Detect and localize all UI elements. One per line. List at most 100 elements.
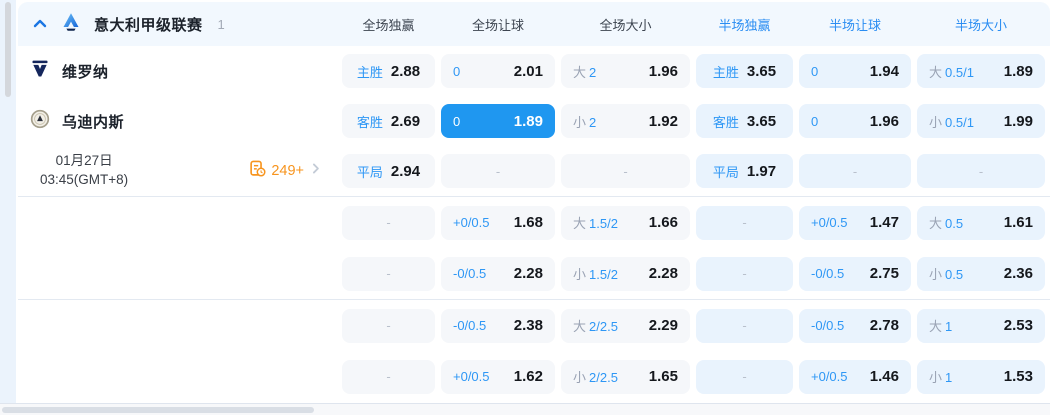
ou-direction: 大 — [573, 319, 587, 334]
odds-cell[interactable]: -0/0.5 2.78 — [799, 308, 911, 343]
league-panel: 意大利甲级联赛 1 全场独赢 全场让球 全场大小 半场独赢 半场让球 半场大小 … — [18, 2, 1050, 402]
odds-value: 1.96 — [648, 62, 678, 80]
odds-cell[interactable]: 平局 1.97 — [696, 154, 793, 188]
odds-cell[interactable]: 大2 1.96 — [561, 54, 690, 88]
odds-label: +0/0.5 — [453, 215, 490, 230]
column-header-full-win: 全场独赢 — [362, 17, 415, 33]
odds-cell-selected[interactable]: 0 1.89 — [441, 104, 555, 138]
odds-cell[interactable]: 0 2.01 — [441, 54, 555, 88]
column-header-full-overunder: 全场大小 — [599, 17, 652, 33]
odds-value: 2.38 — [513, 317, 543, 334]
odds-cell[interactable]: 客胜 2.69 — [342, 104, 435, 138]
odds-value: 1.96 — [869, 112, 899, 130]
odds-cell[interactable]: -0/0.5 2.75 — [799, 256, 911, 291]
odds-cell[interactable]: 大 2/2.5 2.29 — [561, 308, 690, 343]
away-team-name: 乌迪内斯 — [62, 113, 125, 131]
home-team: 维罗纳 — [18, 59, 336, 84]
ou-direction: 小 — [929, 114, 943, 130]
odds-cell[interactable]: 客胜 3.65 — [696, 104, 793, 138]
odds-cell[interactable]: -0/0.5 2.38 — [441, 308, 555, 343]
odds-cell[interactable]: 小1 1.53 — [917, 359, 1045, 394]
odds-label: +0/0.5 — [453, 369, 490, 384]
odds-value: 1.66 — [648, 214, 678, 231]
odds-cell-empty: - — [917, 154, 1045, 188]
odds-page: 意大利甲级联赛 1 全场独赢 全场让球 全场大小 半场独赢 半场让球 半场大小 … — [0, 0, 1050, 415]
odds-cell-empty: - — [799, 154, 911, 188]
odds-cell[interactable]: +0/0.5 1.68 — [441, 205, 555, 240]
odds-cell[interactable]: 小 2/2.5 1.65 — [561, 359, 690, 394]
odds-cell-empty: - — [342, 256, 435, 291]
ou-direction: 小 — [573, 267, 587, 282]
odds-value: 1.89 — [513, 112, 543, 130]
odds-value: 1.94 — [869, 62, 899, 80]
horizontal-scrollbar-thumb[interactable] — [2, 407, 314, 413]
odds-cell[interactable]: 小 0.5/1 1.99 — [917, 104, 1045, 138]
odds-cell[interactable]: 小 1.5/2 2.28 — [561, 256, 690, 291]
odds-row-alt: - -0/0.5 2.28 小 1.5/2 2.28 - -0/0.5 2.75 … — [18, 248, 1050, 299]
horizontal-scrollbar[interactable] — [0, 403, 1050, 415]
more-markets-link[interactable]: 249+ — [249, 160, 322, 182]
odds-row-draw: 01月27日 03:45(GMT+8) 249+ 平局 2.94 - - 平局 … — [18, 146, 1050, 196]
markets-count: 249+ — [271, 163, 304, 179]
odds-cell[interactable]: 大1 2.53 — [917, 308, 1045, 343]
odds-cell-empty: - — [561, 154, 690, 188]
ou-direction: 大 — [929, 216, 943, 231]
odds-value: 1.53 — [1003, 368, 1033, 385]
ou-line: 0.5 — [945, 267, 964, 282]
column-header-half-overunder: 半场大小 — [954, 17, 1007, 33]
odds-value: 1.92 — [648, 112, 678, 130]
odds-value: 1.97 — [746, 162, 777, 180]
league-header: 意大利甲级联赛 1 全场独赢 全场让球 全场大小 半场独赢 半场让球 半场大小 — [18, 2, 1050, 46]
chevron-right-icon — [309, 162, 322, 180]
odds-value: 2.28 — [648, 265, 678, 282]
ou-line: 2 — [589, 64, 597, 80]
odds-cell[interactable]: 主胜 3.65 — [696, 54, 793, 88]
odds-value: 1.99 — [1003, 112, 1033, 130]
column-header-full-handicap: 全场让球 — [471, 17, 524, 33]
ou-line: 0.5 — [945, 216, 964, 231]
odds-value: 1.46 — [869, 368, 899, 385]
odds-cell[interactable]: 小 0.5 2.36 — [917, 256, 1045, 291]
odds-row-alt: - +0/0.5 1.68 大 1.5/2 1.66 - +0/0.5 1.47 … — [18, 197, 1050, 248]
ou-line: 1.5/2 — [589, 216, 618, 231]
column-header-half-handicap: 半场让球 — [828, 17, 881, 33]
odds-cell-empty: - — [696, 256, 793, 291]
odds-value: 2.94 — [390, 162, 421, 180]
odds-cell-empty: - — [441, 154, 555, 188]
odds-label: 0 — [811, 113, 819, 129]
odds-cell[interactable]: +0/0.5 1.62 — [441, 359, 555, 394]
match-meta: 01月27日 03:45(GMT+8) 249+ — [18, 152, 336, 190]
odds-cell[interactable]: -0/0.5 2.28 — [441, 256, 555, 291]
odds-cell[interactable]: 主胜 2.88 — [342, 54, 435, 88]
odds-cell[interactable]: +0/0.5 1.47 — [799, 205, 911, 240]
odds-label: +0/0.5 — [811, 215, 848, 230]
odds-value: 2.88 — [390, 62, 421, 80]
odds-value: 2.53 — [1003, 317, 1033, 334]
odds-row-away: 乌迪内斯 客胜 2.69 0 1.89 小2 1.92 客胜 3.65 0 1.… — [18, 96, 1050, 146]
odds-cell-empty: - — [696, 308, 793, 343]
home-team-logo-icon — [30, 59, 50, 84]
odds-cell[interactable]: 大 0.5/1 1.89 — [917, 54, 1045, 88]
odds-cell[interactable]: 小2 1.92 — [561, 104, 690, 138]
odds-cell[interactable]: 平局 2.94 — [342, 154, 435, 188]
vertical-scrollbar-thumb[interactable] — [5, 2, 11, 97]
odds-label: -0/0.5 — [811, 266, 845, 281]
odds-cell-empty: - — [696, 359, 793, 394]
ou-line: 0.5/1 — [945, 114, 974, 130]
odds-cell[interactable]: 大 0.5 1.61 — [917, 205, 1045, 240]
odds-cell[interactable]: 0 1.96 — [799, 104, 911, 138]
chevron-up-icon[interactable] — [32, 16, 48, 32]
odds-label: -0/0.5 — [453, 318, 487, 333]
odds-label: 0 — [453, 113, 461, 129]
ou-line: 2/2.5 — [589, 370, 618, 385]
odds-label: -0/0.5 — [811, 318, 845, 333]
odds-label: 0 — [453, 63, 461, 79]
vertical-scrollbar[interactable] — [0, 0, 16, 403]
ou-line: 1 — [945, 370, 953, 385]
odds-cell[interactable]: +0/0.5 1.46 — [799, 359, 911, 394]
odds-cell[interactable]: 0 1.94 — [799, 54, 911, 88]
odds-label: 客胜 — [712, 114, 739, 130]
odds-cell[interactable]: 大 1.5/2 1.66 — [561, 205, 690, 240]
odds-row-alt: - -0/0.5 2.38 大 2/2.5 2.29 - -0/0.5 2.78 … — [18, 300, 1050, 351]
match-date: 01月27日 — [55, 153, 113, 169]
